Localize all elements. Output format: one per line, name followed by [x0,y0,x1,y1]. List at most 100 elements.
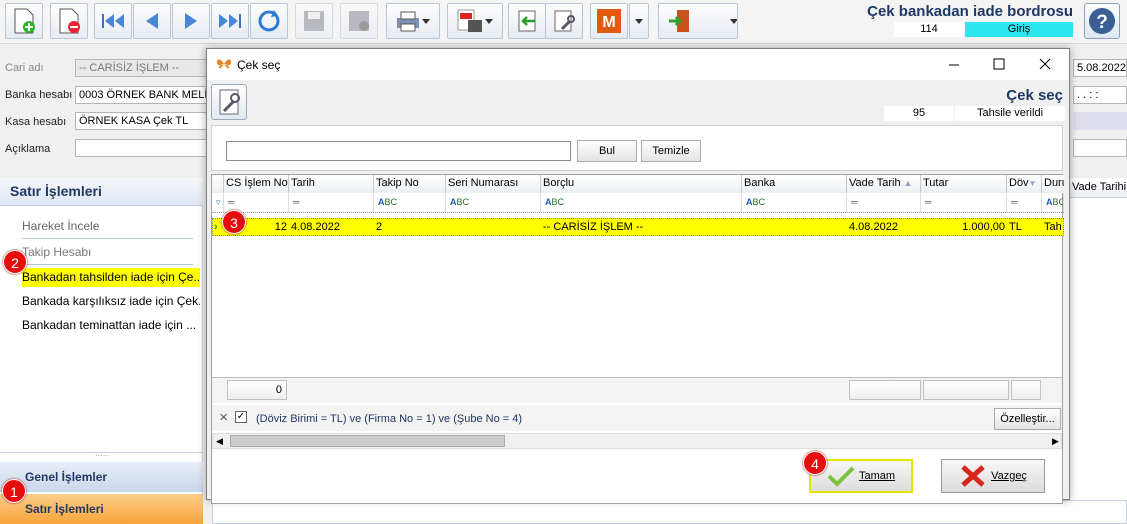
menu-item-takip-hesabi[interactable]: Takip Hesabı [22,245,200,259]
m-module-button[interactable]: M [590,3,628,39]
printer-icon [397,11,419,32]
search-input[interactable] [226,141,571,161]
exit-button[interactable] [658,3,738,39]
document-number: 114 [894,22,964,37]
col-vade-tarih-label: Vade Tarih [849,177,901,189]
filter-durum[interactable]: ABC [1042,194,1064,212]
dialog-title: Çek seç [237,58,281,72]
footer-cell-doviz [1011,380,1041,400]
wrench-document-icon [219,89,240,115]
close-icon[interactable] [1039,58,1051,70]
filter-dropdown-icon: ▼ [1028,179,1037,188]
col-islem-no[interactable]: CS İşlem No [224,175,289,193]
print-button[interactable] [386,3,440,39]
filter-borclu[interactable]: ABC [541,194,742,212]
filter-seri[interactable]: ABC [446,194,541,212]
document-settings-button[interactable] [545,3,583,39]
col-tutar[interactable]: Tutar [921,175,1007,193]
footer-count: 0 [227,380,287,400]
maximize-icon[interactable] [993,58,1005,70]
scroll-right-icon[interactable]: ▶ [1052,436,1059,447]
panel-title: Satır İşlemleri [0,178,203,206]
cell-seri [446,218,541,236]
refresh-button[interactable] [250,3,288,39]
date-field[interactable]: 5.08.2022 [1073,59,1127,77]
save-icon [304,11,324,31]
step-badge: 2 [3,250,27,274]
import-button[interactable] [508,3,546,39]
nav-satir-islemleri[interactable]: Satır İşlemleri [0,494,203,524]
right-aciklama-field[interactable] [1073,139,1127,157]
filter-vade[interactable]: ═ [847,194,921,212]
save-close-icon [349,11,369,31]
clear-button[interactable]: Temizle [641,140,701,162]
step-badge: 4 [803,451,827,475]
minimize-icon[interactable] [948,63,960,67]
delete-document-button[interactable] [50,3,88,39]
divider [22,238,193,239]
col-seri-numarasi[interactable]: Seri Numarası [446,175,541,193]
menu-item-hareket-incele[interactable]: Hareket İncele [22,219,200,233]
aciklama-field[interactable] [75,139,207,157]
cancel-button[interactable]: Vazgeç [941,459,1045,493]
clear-filter-icon[interactable]: ✕ [219,411,228,424]
col-doviz-label: Döv [1009,177,1029,189]
col-doviz[interactable]: Döv▼ [1007,175,1042,193]
menu-item-teminattan-iade[interactable]: Bankadan teminattan iade için ... [22,318,200,332]
customize-button[interactable]: Özelleştir... [994,408,1061,430]
divider [22,264,193,265]
kasa-label: Kasa hesabı [5,116,67,128]
scrollbar-thumb[interactable] [230,435,505,447]
col-tarih[interactable]: Tarih [289,175,374,193]
cell-doviz: TL [1009,221,1022,233]
cari-field[interactable]: -- CARİSİZ İŞLEM -- [75,59,207,77]
col-takip-no[interactable]: Takip No [374,175,446,193]
filter-banka[interactable]: ABC [742,194,847,212]
filter-row-icon[interactable]: ▿ [212,194,224,212]
status-badge: Giriş [965,22,1073,37]
pdf-save-button[interactable] [447,3,503,39]
m-module-dropdown[interactable] [629,3,649,39]
previous-record-button[interactable] [133,3,171,39]
scroll-left-icon[interactable]: ◀ [216,436,223,447]
last-record-button[interactable] [211,3,249,39]
cancel-x-icon [961,465,985,487]
first-record-button[interactable] [94,3,132,39]
help-button[interactable]: ? [1084,3,1120,39]
banka-field[interactable]: 0003 ÖRNEK BANK MELİKG [75,86,207,104]
menu-item-karsiliksiz-iade[interactable]: Bankada karşılıksız iade için Çek... [22,294,200,308]
find-button[interactable]: Bul [577,140,637,162]
dialog-status: Tahsile verildi [955,106,1065,121]
splitter-grip[interactable]: ····· [0,452,203,462]
col-borclu[interactable]: Borçlu [541,175,742,193]
menu-item-tahsilden-iade[interactable]: Bankadan tahsilden iade için Çe... [22,268,200,287]
filter-enable-checkbox[interactable]: ✓ [235,411,247,423]
col-vade-tarih[interactable]: Vade Tarih ▲ [847,175,921,193]
filter-takip-no[interactable]: ABC [374,194,446,212]
col-durum[interactable]: Duru [1042,175,1064,193]
last-record-icon [219,14,241,28]
m-logo-icon: M [597,9,621,33]
col-banka[interactable]: Banka [742,175,847,193]
dialog-tools-button[interactable] [211,84,247,120]
step-badge: 1 [2,479,26,503]
time-field[interactable]: . . : : [1073,86,1127,104]
aciklama-label: Açıklama [5,143,51,155]
filter-tarih[interactable]: ═ [289,194,374,212]
save-button[interactable] [295,3,333,39]
filter-text[interactable]: (Döviz Birimi = TL) ve (Firma No = 1) ve… [256,413,522,425]
cheque-grid: CS İşlem No Tarih Takip No Seri Numarası… [211,174,1064,504]
filter-doviz[interactable]: ═ [1007,194,1042,212]
ok-label: Tamam [858,470,896,482]
cell-takip-no: 2 [376,221,383,233]
save-close-button[interactable] [340,3,378,39]
filter-tutar[interactable]: ═ [921,194,1007,212]
nav-genel-islemler[interactable]: Genel İşlemler [0,462,203,492]
chevron-down-icon [729,19,737,24]
kasa-field[interactable]: ÖRNEK KASA Çek TL [75,112,207,130]
import-icon [518,10,536,32]
footer-cell-vade [849,380,921,400]
next-record-button[interactable] [172,3,210,39]
svg-text:M: M [602,14,615,31]
new-add-button[interactable] [5,3,43,39]
